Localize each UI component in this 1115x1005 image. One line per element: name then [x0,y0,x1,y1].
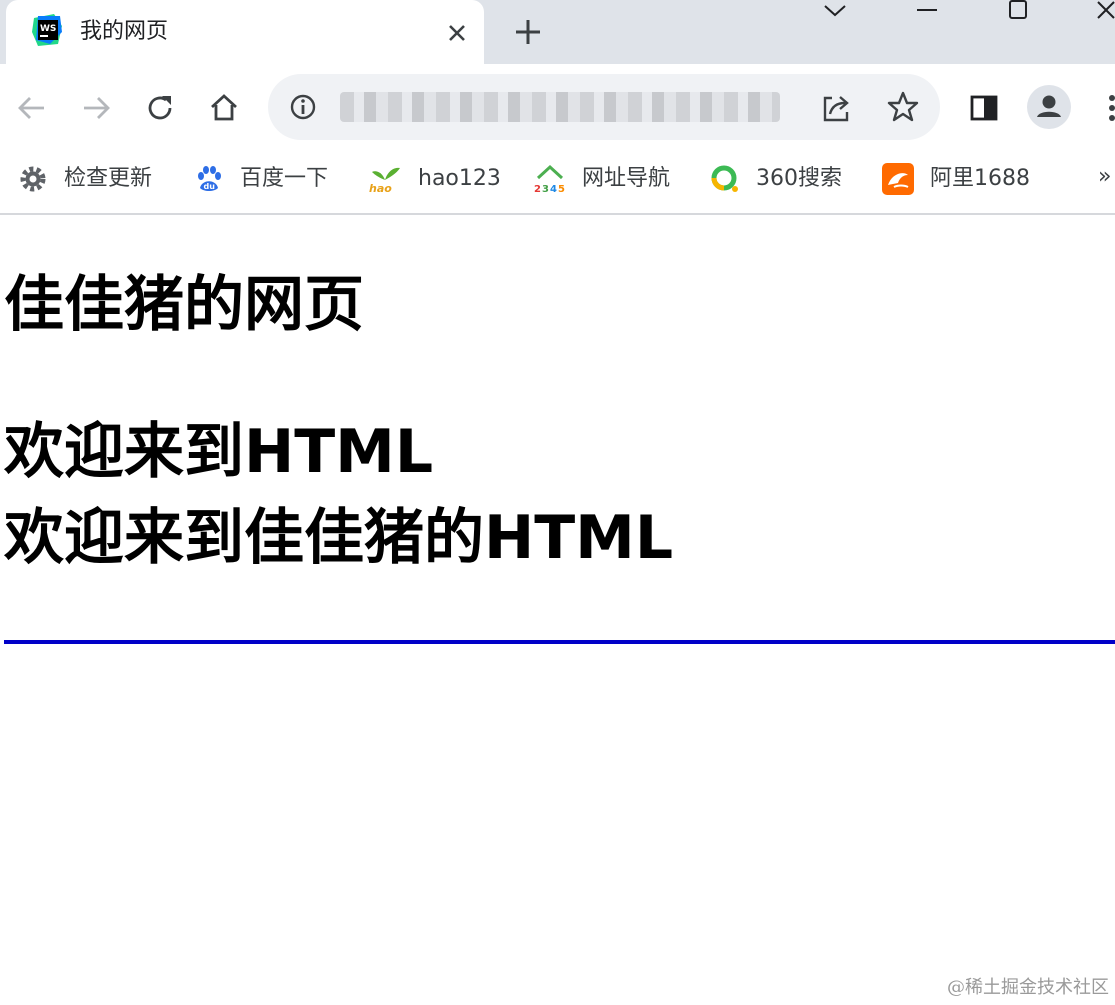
info-icon[interactable] [288,92,318,122]
svg-text:4: 4 [550,184,557,194]
bookmark-check-update[interactable]: 检查更新 [18,162,152,196]
reload-icon[interactable] [140,88,180,128]
svg-text:2: 2 [534,184,541,194]
tab-title: 我的网页 [80,19,169,44]
home-icon[interactable] [204,88,244,128]
bookmark-label: hao123 [418,166,501,191]
browser-toolbar [0,64,1115,152]
chevron-down-icon[interactable] [820,0,850,24]
bookmark-label: 阿里1688 [930,166,1030,191]
address-bar[interactable] [268,74,940,140]
tab-strip: WS 我的网页 [0,0,1115,64]
svg-text:3: 3 [542,184,549,194]
tab-active[interactable]: WS 我的网页 [6,0,484,64]
profile-avatar-icon[interactable] [1026,84,1072,130]
back-arrow-icon[interactable] [12,88,52,128]
svg-text:5: 5 [558,184,565,194]
side-panel-icon[interactable] [964,88,1004,128]
url-blurred [340,92,780,122]
gear-icon [20,166,46,192]
new-tab-plus-icon[interactable] [510,14,546,50]
menu-dots-icon[interactable] [1100,88,1115,128]
bookmarks-overflow-button[interactable]: » [1098,164,1111,189]
close-icon[interactable] [442,18,472,48]
bookmark-360[interactable]: 360搜索 [710,162,842,196]
bookmark-star-icon[interactable] [886,90,920,124]
webstorm-icon: WS [32,14,62,46]
bookmarks-bar: 检查更新 du 百度一下 hao hao123 2 3 4 5 网址导航 360… [0,152,1115,215]
horizontal-rule [4,640,1115,644]
svg-text:du: du [204,182,216,191]
window-close-icon[interactable] [1092,0,1115,24]
bookmark-label: 网址导航 [582,166,671,191]
bookmark-1688[interactable]: 阿里1688 [882,162,1030,196]
svg-text:WS: WS [40,24,56,34]
maximize-icon[interactable] [1004,0,1034,24]
minimize-icon[interactable] [912,0,942,24]
360-icon [711,165,738,192]
bookmark-label: 百度一下 [240,166,329,191]
baidu-icon: du [198,166,221,191]
share-icon[interactable] [820,92,852,124]
watermark: @稀土掘金技术社区 [947,977,1109,998]
bookmark-label: 360搜索 [756,166,842,191]
page-heading-2b: 欢迎来到佳佳猪的HTML [4,503,674,573]
svg-text:hao: hao [369,182,392,194]
page-heading-2: 欢迎来到HTML [4,417,434,487]
bookmark-2345[interactable]: 2 3 4 5 网址导航 [534,162,670,196]
hao123-icon: hao [369,167,400,194]
alibaba-1688-icon [882,163,914,195]
bookmark-hao123[interactable]: hao hao123 [368,162,501,196]
bookmark-label: 检查更新 [64,166,153,191]
page-viewport: 佳佳猪的网页 欢迎来到HTML 欢迎来到佳佳猪的HTML [0,215,1115,1005]
forward-arrow-icon[interactable] [76,88,116,128]
2345-icon: 2 3 4 5 [534,164,565,194]
bookmark-baidu[interactable]: du 百度一下 [194,162,328,196]
page-heading-1: 佳佳猪的网页 [4,270,364,340]
